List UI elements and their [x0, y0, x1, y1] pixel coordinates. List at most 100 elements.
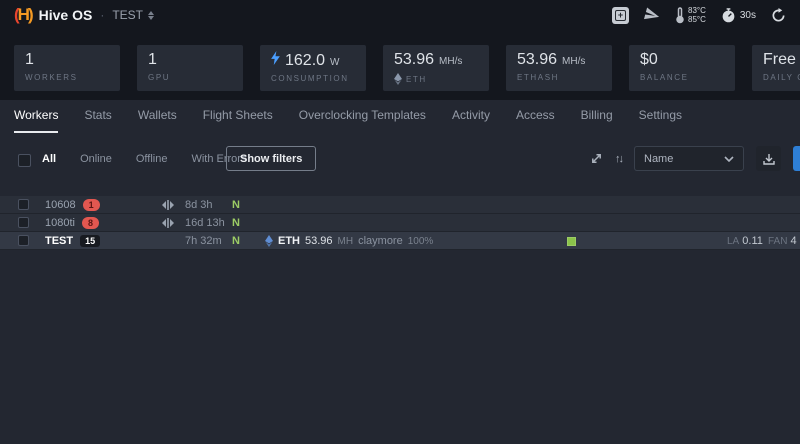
worker-name[interactable]: 10608	[45, 199, 76, 211]
sort-by-value: Name	[644, 153, 718, 165]
add-worker-button[interactable]: +	[612, 7, 629, 24]
farm-selector[interactable]: TEST	[112, 8, 154, 22]
card-gpu: 1 GPU	[137, 45, 243, 91]
uptime: 8d 3h	[185, 199, 213, 211]
card-daily-cost: Free DAILY COST	[752, 45, 800, 91]
eth-hashrate-unit: MH/s	[439, 56, 462, 67]
brand-title: Hive OS	[39, 7, 93, 23]
filter-offline[interactable]: Offline	[136, 153, 168, 165]
worker-row-test[interactable]: TEST 15 7h 32m N ETH 53.96 MH claymore 1…	[0, 232, 800, 250]
coin-label: ETH	[278, 235, 300, 247]
tab-stats[interactable]: Stats	[84, 108, 111, 133]
gpu-count: 1	[148, 51, 157, 69]
eth-icon	[394, 73, 402, 85]
fan-label: FAN	[768, 236, 787, 247]
stats-strip: 1 WORKERS 1 GPU 162.0 W CONSUMPTION 53.9…	[0, 30, 800, 100]
gpu-count-badge: 15	[80, 235, 100, 248]
hiveos-logo[interactable]: (H) Hive OS	[14, 5, 92, 25]
miner-info: ETH 53.96 MH claymore 100%	[265, 232, 433, 250]
daily-cost-value: Free	[763, 51, 796, 69]
thermometer-icon	[675, 7, 685, 24]
workers-label: WORKERS	[25, 73, 109, 82]
tab-workers[interactable]: Workers	[14, 108, 58, 133]
uptime: 7h 32m	[185, 235, 222, 247]
primary-action-button-cutoff[interactable]	[793, 146, 800, 171]
miner-load: 100%	[408, 236, 434, 247]
ethash-value: 53.96	[517, 51, 557, 69]
bolt-icon	[271, 51, 280, 65]
status-flag: N	[232, 217, 240, 229]
gpu-status-square[interactable]	[567, 237, 576, 246]
updown-chevron-icon	[148, 11, 154, 20]
temperature-values: 83°C 85°C	[688, 6, 706, 24]
worker-name[interactable]: TEST	[45, 235, 73, 247]
temperature-indicator[interactable]: 83°C 85°C	[675, 6, 706, 24]
card-eth-hashrate: 53.96 MH/s ETH	[383, 45, 489, 91]
card-workers: 1 WORKERS	[14, 45, 120, 91]
chevron-down-icon	[724, 156, 734, 162]
status-flag: N	[232, 235, 240, 247]
filter-all[interactable]: All	[42, 153, 56, 165]
temp-bottom: 85°C	[688, 15, 706, 24]
balance-label: BALANCE	[640, 73, 724, 82]
miner-name: claymore	[358, 235, 403, 247]
download-button[interactable]	[756, 146, 781, 171]
select-all-checkbox[interactable]	[18, 154, 31, 167]
card-ethash: 53.96 MH/s ETHASH	[506, 45, 612, 91]
tab-settings[interactable]: Settings	[639, 108, 682, 133]
sort-direction-icon[interactable]: ↑↓	[615, 153, 622, 165]
gpu-label: GPU	[148, 73, 232, 82]
shared-rig-icon	[162, 218, 174, 228]
eth-hashrate-value: 53.96	[394, 51, 434, 69]
stopwatch-icon	[721, 8, 736, 23]
refresh-interval-indicator[interactable]: 30s	[721, 8, 756, 23]
refresh-icon[interactable]	[771, 8, 786, 23]
tab-wallets[interactable]: Wallets	[138, 108, 177, 133]
ethash-unit: MH/s	[562, 56, 585, 67]
status-flag: N	[232, 199, 240, 211]
worker-name[interactable]: 1080ti	[45, 217, 75, 229]
row-checkbox[interactable]	[18, 217, 29, 228]
interval-value: 30s	[740, 10, 756, 21]
card-balance: $0 BALANCE	[629, 45, 735, 91]
tab-access[interactable]: Access	[516, 108, 555, 133]
tab-activity[interactable]: Activity	[452, 108, 490, 133]
top-bar: (H) Hive OS · TEST + 83°C 85°C	[0, 0, 800, 30]
uptime: 16d 13h	[185, 217, 225, 229]
topbar-actions: + 83°C 85°C	[612, 6, 790, 24]
fan-value: 4	[791, 235, 797, 247]
balance-value: $0	[640, 51, 658, 69]
tab-flight-sheets[interactable]: Flight Sheets	[203, 108, 273, 133]
worker-row-10608[interactable]: 10608 1 8d 3h N	[0, 196, 800, 214]
filter-tools: ↑↓ Name	[590, 146, 800, 171]
la-label: LA	[727, 236, 739, 247]
download-icon	[763, 153, 775, 165]
stat-cards: 1 WORKERS 1 GPU 162.0 W CONSUMPTION 53.9…	[14, 45, 800, 91]
ethash-label: ETHASH	[517, 73, 601, 82]
show-filters-button[interactable]: Show filters	[226, 146, 316, 171]
temp-top: 83°C	[688, 6, 706, 15]
row-checkbox[interactable]	[18, 235, 29, 246]
hiveos-logo-icon: (H)	[14, 5, 32, 25]
card-consumption: 162.0 W CONSUMPTION	[260, 45, 366, 91]
shared-rig-icon	[162, 200, 174, 210]
hashrate-value: 53.96	[305, 235, 333, 247]
expand-icon[interactable]	[590, 152, 603, 165]
eth-label: ETH	[406, 75, 427, 84]
sort-by-dropdown[interactable]: Name	[634, 146, 744, 171]
issues-badge: 1	[83, 199, 100, 212]
tab-billing[interactable]: Billing	[581, 108, 613, 133]
fan-stat: FAN 4	[768, 235, 797, 247]
row-checkbox[interactable]	[18, 199, 29, 210]
tab-overclocking-templates[interactable]: Overclocking Templates	[299, 108, 426, 133]
send-rocket-icon[interactable]	[644, 7, 660, 23]
filter-links: All Online Offline With Errors	[42, 153, 246, 165]
workers-table: 10608 1 8d 3h N 1080ti 8 16d 13h	[0, 196, 800, 250]
consumption-value: 162.0	[285, 52, 325, 70]
load-average: LA 0.11	[727, 235, 763, 247]
eth-icon	[265, 235, 273, 247]
filter-online[interactable]: Online	[80, 153, 112, 165]
workers-count: 1	[25, 51, 34, 69]
worker-row-1080ti[interactable]: 1080ti 8 16d 13h N	[0, 214, 800, 232]
main-content: Workers Stats Wallets Flight Sheets Over…	[0, 100, 800, 444]
